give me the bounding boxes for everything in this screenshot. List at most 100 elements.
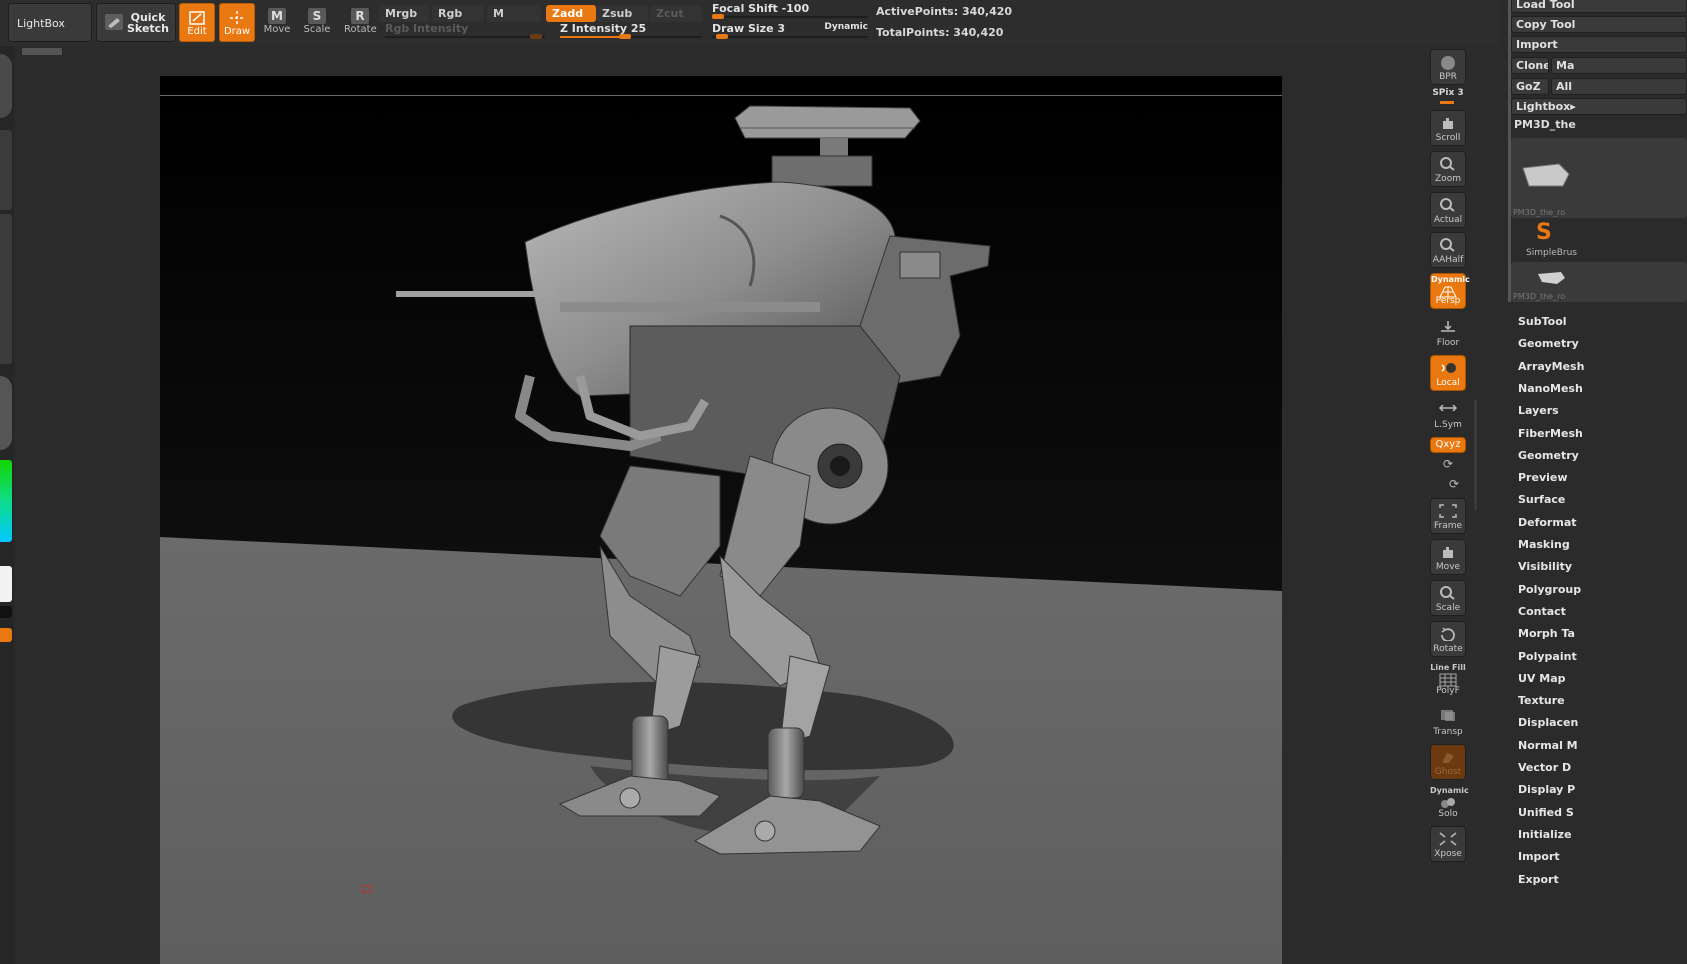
rotate-z-icon[interactable]: ⟳ xyxy=(1446,477,1462,493)
tool-thumbnail-3[interactable]: PM3D_the_ro xyxy=(1511,262,1687,302)
texture-thumbnail[interactable] xyxy=(0,294,12,364)
main-color-swatch[interactable] xyxy=(0,566,12,602)
scale-button[interactable]: S Scale xyxy=(301,6,333,42)
stroke-thumbnail[interactable] xyxy=(0,130,12,210)
tool-menu-polygroup[interactable]: Polygroup xyxy=(1518,583,1581,596)
bpr-icon xyxy=(1441,56,1455,70)
z-intensity-knob[interactable] xyxy=(619,34,631,39)
tool-menu-deformat[interactable]: Deformat xyxy=(1518,516,1577,529)
rgb-intensity-knob[interactable] xyxy=(530,34,542,39)
aahalf-button[interactable]: AAHalf xyxy=(1430,232,1466,268)
rotate-y-icon[interactable]: ⟳ xyxy=(1440,457,1456,473)
draw-button[interactable]: Draw xyxy=(219,3,255,42)
right-shelf-scrollbar[interactable] xyxy=(1474,400,1477,510)
tool-menu-morph-ta[interactable]: Morph Ta xyxy=(1518,627,1575,640)
model-render xyxy=(160,96,1282,964)
transp-button[interactable]: Transp xyxy=(1430,703,1466,739)
tool-menu-normal-m[interactable]: Normal M xyxy=(1518,739,1578,752)
persp-button[interactable]: Dynamic Persp xyxy=(1430,273,1470,309)
switch-color-button[interactable] xyxy=(0,628,12,642)
tool-menu-contact[interactable]: Contact xyxy=(1518,605,1566,618)
mrgb-toggle[interactable]: Mrgb xyxy=(379,5,429,22)
tool-menu-preview[interactable]: Preview xyxy=(1518,471,1568,484)
spix-slider[interactable]: SPix 3 xyxy=(1430,88,1466,104)
goz-all-button[interactable]: All xyxy=(1551,78,1687,95)
rgb-toggle[interactable]: Rgb xyxy=(432,5,484,22)
focal-shift-knob[interactable] xyxy=(712,14,724,19)
xyz-button[interactable]: Qxyz xyxy=(1430,437,1466,453)
material-thumbnail[interactable] xyxy=(0,376,12,450)
tool-menu-arraymesh[interactable]: ArrayMesh xyxy=(1518,360,1584,373)
ghost-button[interactable]: Ghost xyxy=(1430,744,1466,780)
tool-menu-layers[interactable]: Layers xyxy=(1518,404,1559,417)
tool-menu-texture[interactable]: Texture xyxy=(1518,694,1565,707)
canvas-scroll-handle[interactable] xyxy=(22,48,62,55)
spix-knob[interactable] xyxy=(1440,101,1454,104)
draw-size-slider[interactable]: Draw Size 3 Dynamic xyxy=(712,22,868,39)
copy-tool-button[interactable]: Copy Tool xyxy=(1511,16,1687,33)
scale-view-button[interactable]: Scale xyxy=(1430,580,1466,616)
rgb-intensity-slider[interactable]: Rgb Intensity xyxy=(385,22,545,39)
lightbox-button[interactable]: LightBox xyxy=(8,3,92,42)
document-viewport[interactable] xyxy=(160,76,1282,964)
tool-menu-visibility[interactable]: Visibility xyxy=(1518,560,1572,573)
tool-menu-unified-s[interactable]: Unified S xyxy=(1518,806,1574,819)
zcut-toggle[interactable]: Zcut xyxy=(650,5,702,22)
xpose-button[interactable]: Xpose xyxy=(1430,826,1466,862)
robot-antenna-disc xyxy=(734,105,921,139)
tool-menu-vector-d[interactable]: Vector D xyxy=(1518,761,1571,774)
lightbox-tools-button[interactable]: Lightbox▸ xyxy=(1511,98,1687,115)
move-view-button[interactable]: Move xyxy=(1430,539,1466,575)
draw-size-knob[interactable] xyxy=(716,34,728,39)
edit-button[interactable]: Edit xyxy=(179,3,215,42)
polyf-button[interactable]: Line Fill PolyF xyxy=(1430,662,1466,698)
focal-shift-slider[interactable]: Focal Shift -100 xyxy=(712,2,868,19)
z-intensity-slider[interactable]: Z Intensity 25 xyxy=(560,22,702,39)
tool-menu-export[interactable]: Export xyxy=(1518,873,1559,886)
load-tool-button[interactable]: Load Tool xyxy=(1511,0,1687,13)
actual-button[interactable]: Actual xyxy=(1430,192,1466,228)
scroll-button[interactable]: Scroll xyxy=(1430,110,1466,146)
import-tool-button[interactable]: Import xyxy=(1511,36,1687,53)
tool-menu-surface[interactable]: Surface xyxy=(1518,493,1565,506)
scale-magnifier-icon xyxy=(1440,586,1455,600)
zoom-button[interactable]: Zoom xyxy=(1430,151,1466,187)
tool-menu-initialize[interactable]: Initialize xyxy=(1518,828,1572,841)
clone-button[interactable]: Clone xyxy=(1511,57,1549,74)
tool-menu-geometry[interactable]: Geometry xyxy=(1518,337,1579,350)
tool-menu-masking[interactable]: Masking xyxy=(1518,538,1570,551)
tool-menu-displacen[interactable]: Displacen xyxy=(1518,716,1578,729)
tool-thumbnail-1-preview xyxy=(1522,163,1570,187)
dynamic-toggle[interactable]: Dynamic xyxy=(824,22,868,32)
aahalf-label: AAHalf xyxy=(1432,255,1464,265)
frame-button[interactable]: Frame xyxy=(1430,498,1466,534)
brush-thumbnail[interactable] xyxy=(0,54,12,118)
zadd-toggle[interactable]: Zadd xyxy=(546,5,596,22)
secondary-color-swatch[interactable] xyxy=(0,606,12,618)
tool-thumbnail-1[interactable]: PM3D_the_ro xyxy=(1511,138,1687,218)
m-toggle[interactable]: M xyxy=(487,5,541,22)
tool-menu-uv-map[interactable]: UV Map xyxy=(1518,672,1566,685)
solo-button[interactable]: Dynamic Solo xyxy=(1430,785,1469,821)
rgb-intensity-track xyxy=(385,36,545,38)
rotate-view-button[interactable]: Rotate xyxy=(1430,621,1466,657)
bpr-button[interactable]: BPR xyxy=(1430,49,1466,85)
rotate-button[interactable]: R Rotate xyxy=(344,6,377,42)
lsym-button[interactable]: L.Sym xyxy=(1430,396,1466,432)
tool-menu-nanomesh[interactable]: NanoMesh xyxy=(1518,382,1583,395)
simplebrush-thumbnail[interactable]: S SimpleBrus xyxy=(1511,220,1687,260)
color-picker[interactable] xyxy=(0,460,12,542)
tool-menu-subtool[interactable]: SubTool xyxy=(1518,315,1567,328)
local-button[interactable]: Local xyxy=(1430,355,1466,391)
move-button[interactable]: M Move xyxy=(261,6,293,42)
tool-menu-polypaint[interactable]: Polypaint xyxy=(1518,650,1577,663)
tool-menu-fibermesh[interactable]: FiberMesh xyxy=(1518,427,1583,440)
tool-menu-geometry[interactable]: Geometry xyxy=(1518,449,1579,462)
quick-sketch-button[interactable]: Quick Sketch xyxy=(96,3,176,42)
zsub-toggle[interactable]: Zsub xyxy=(596,5,648,22)
tool-menu-import[interactable]: Import xyxy=(1518,850,1560,863)
goz-button[interactable]: GoZ xyxy=(1511,78,1549,95)
make-polymesh-button[interactable]: Ma xyxy=(1551,57,1687,74)
floor-button[interactable]: Floor xyxy=(1430,314,1466,350)
tool-menu-display-p[interactable]: Display P xyxy=(1518,783,1575,796)
